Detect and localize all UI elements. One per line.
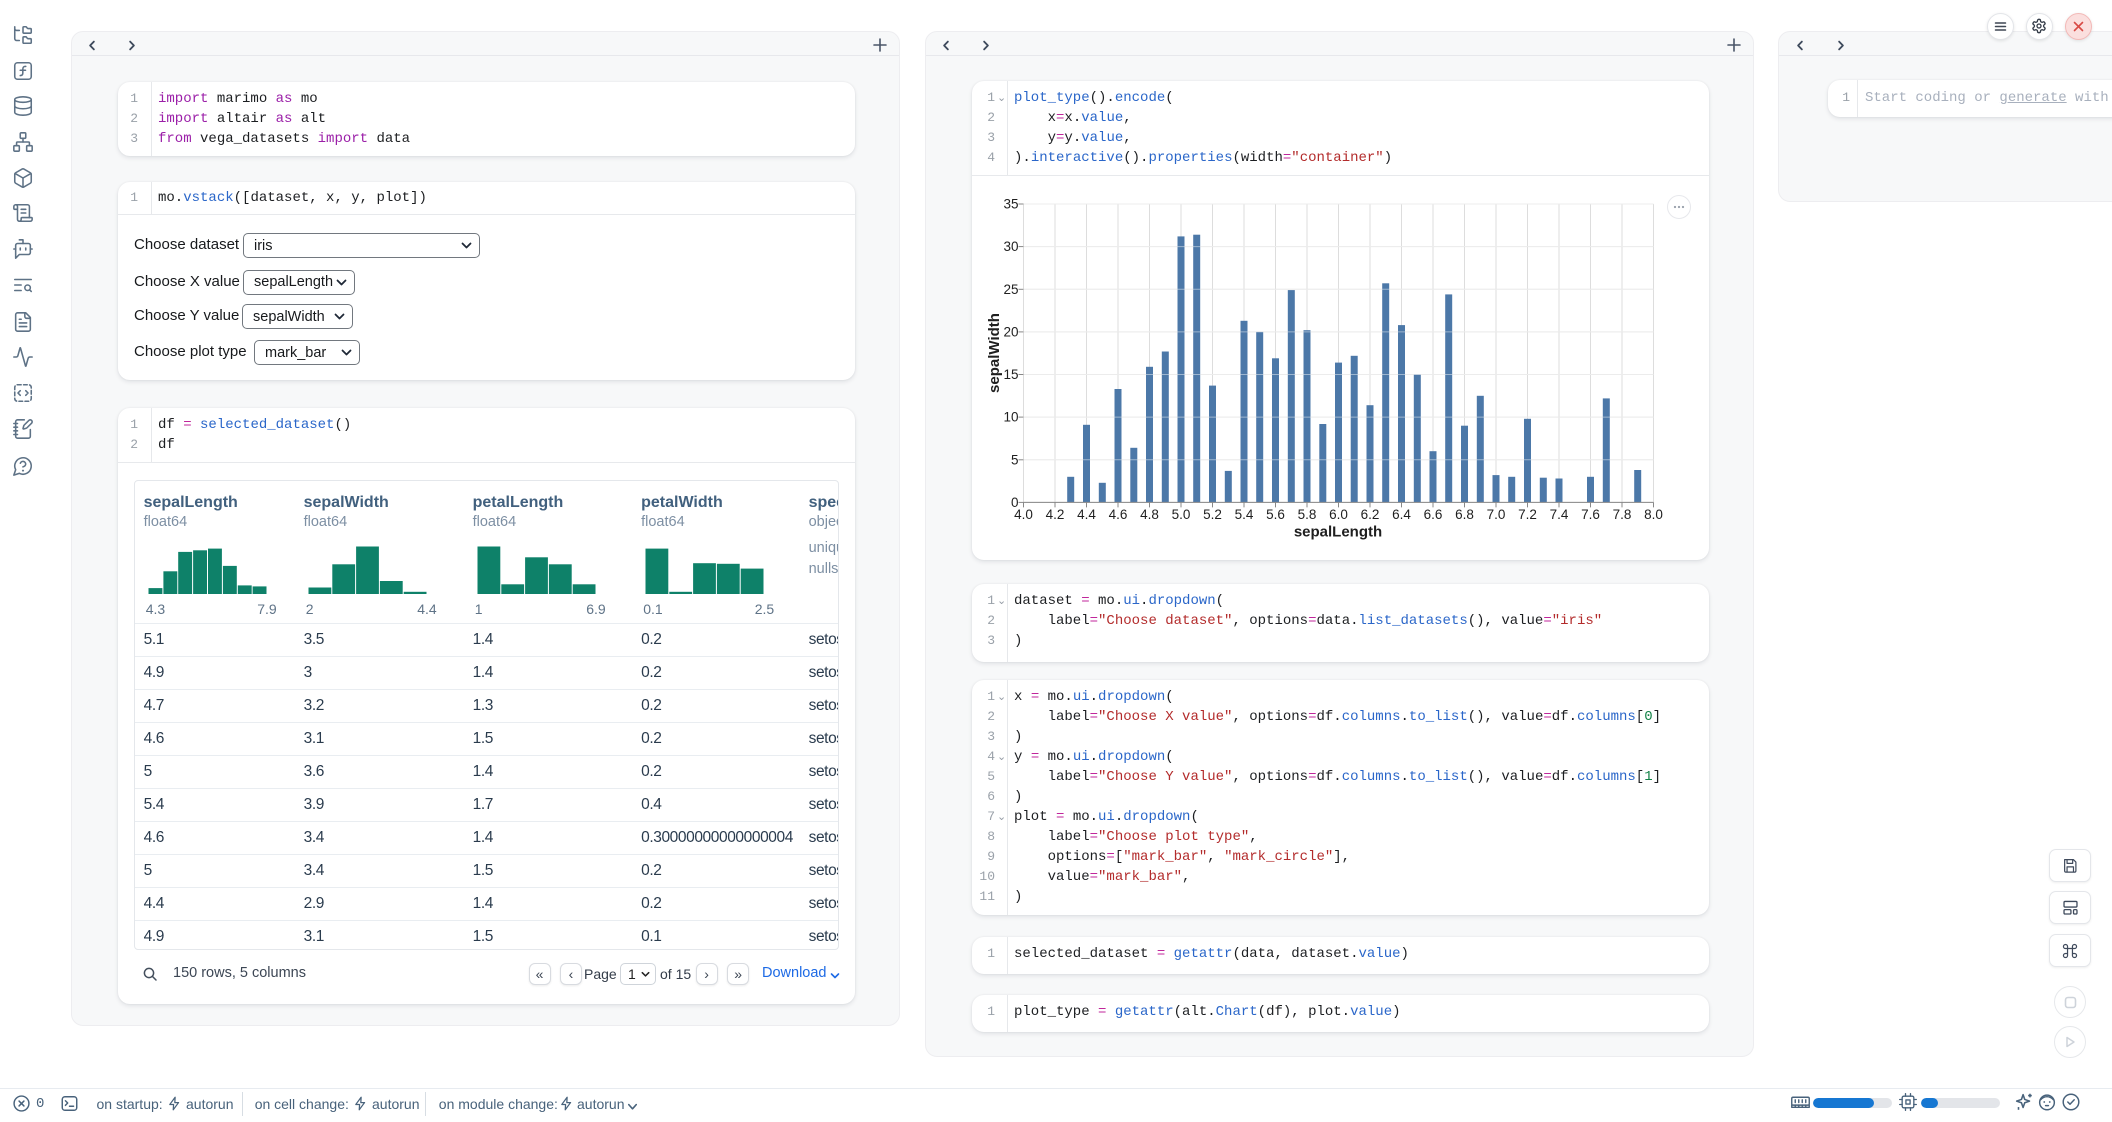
svg-text:35: 35	[1003, 196, 1018, 211]
svg-text:4.8: 4.8	[1140, 506, 1159, 521]
svg-text:6.2: 6.2	[1361, 506, 1380, 521]
svg-text:25: 25	[1003, 281, 1018, 296]
svg-text:sepalWidth: sepalWidth	[986, 313, 1003, 393]
svg-text:10: 10	[1003, 409, 1018, 424]
svg-text:8.0: 8.0	[1644, 506, 1663, 521]
svg-text:15: 15	[1003, 367, 1018, 382]
svg-text:5.4: 5.4	[1235, 506, 1254, 521]
svg-text:6.0: 6.0	[1329, 506, 1348, 521]
svg-text:4.6: 4.6	[1109, 506, 1128, 521]
svg-text:5.8: 5.8	[1298, 506, 1317, 521]
svg-text:sepalLength: sepalLength	[1294, 523, 1382, 540]
svg-text:20: 20	[1003, 324, 1018, 339]
svg-text:5.6: 5.6	[1266, 506, 1285, 521]
svg-text:4.4: 4.4	[1077, 506, 1096, 521]
svg-text:5.2: 5.2	[1203, 506, 1222, 521]
svg-text:7.2: 7.2	[1518, 506, 1537, 521]
svg-text:5: 5	[1011, 452, 1019, 467]
svg-text:7.6: 7.6	[1581, 506, 1600, 521]
svg-text:30: 30	[1003, 239, 1018, 254]
svg-text:7.0: 7.0	[1487, 506, 1506, 521]
svg-text:6.6: 6.6	[1424, 506, 1443, 521]
svg-text:6.8: 6.8	[1455, 506, 1474, 521]
svg-text:0: 0	[1011, 494, 1019, 509]
svg-text:7.8: 7.8	[1613, 506, 1632, 521]
svg-text:7.4: 7.4	[1550, 506, 1569, 521]
svg-text:6.4: 6.4	[1392, 506, 1411, 521]
svg-text:4.2: 4.2	[1046, 506, 1065, 521]
svg-text:5.0: 5.0	[1172, 506, 1191, 521]
